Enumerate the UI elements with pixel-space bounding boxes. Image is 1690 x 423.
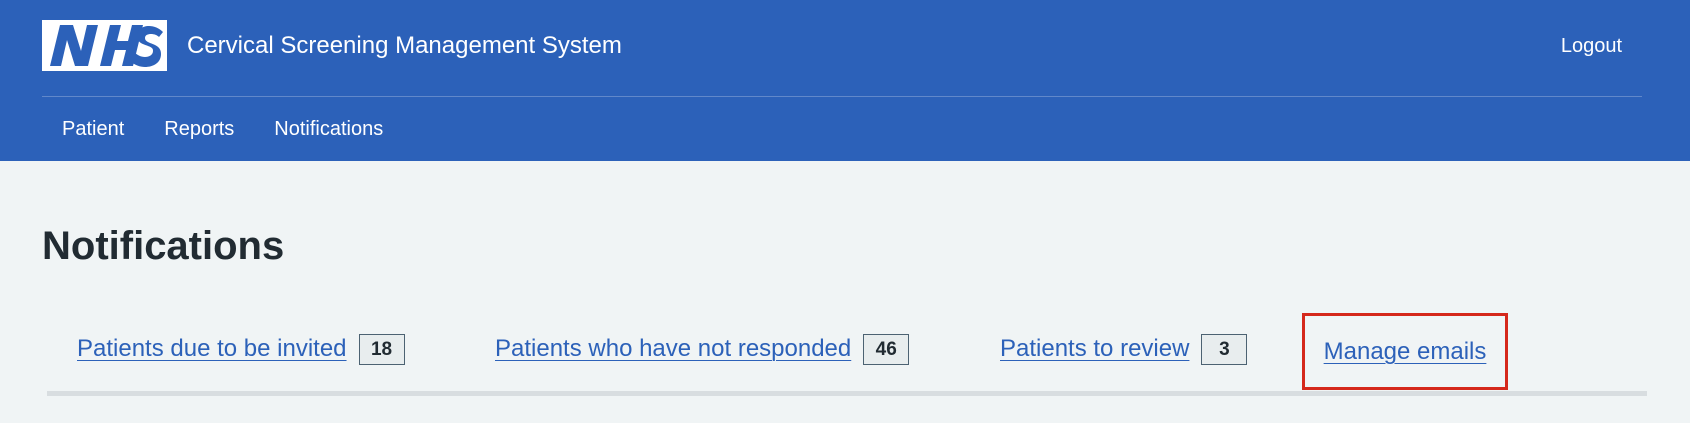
count-badge: 18 [358,333,405,365]
primary-navigation: Patient Reports Notifications [42,115,403,143]
tab-link-patients-not-responded[interactable]: Patients who have not responded [495,333,851,365]
tab-link-manage-emails[interactable]: Manage emails [1324,336,1487,368]
header-divider [42,96,1642,97]
page-title: Notifications [42,224,285,268]
tab-link-patients-due-to-be-invited[interactable]: Patients due to be invited [77,333,347,365]
count-badge: 3 [1201,333,1248,365]
tab-link-patients-to-review[interactable]: Patients to review [1000,333,1189,365]
nav-item-patient[interactable]: Patient [42,115,144,143]
nhs-logo-icon [42,20,167,71]
nav-item-notifications[interactable]: Notifications [254,115,403,143]
service-name: Cervical Screening Management System [187,32,622,59]
nav-item-reports[interactable]: Reports [144,115,254,143]
logout-link[interactable]: Logout [1561,33,1622,59]
nhs-logo[interactable] [42,20,167,71]
tab-manage-emails-highlight[interactable]: Manage emails [1302,313,1508,390]
notification-tabs: Patients due to be invited 18 Patients w… [47,313,1647,398]
tab-patients-not-responded[interactable]: Patients who have not responded 46 [495,331,910,367]
tabs-divider [47,391,1647,396]
tab-patients-due-to-be-invited[interactable]: Patients due to be invited 18 [77,331,405,367]
count-badge: 46 [863,333,910,365]
tab-patients-to-review[interactable]: Patients to review 3 [1000,331,1248,367]
site-header: Cervical Screening Management System Log… [0,0,1690,161]
